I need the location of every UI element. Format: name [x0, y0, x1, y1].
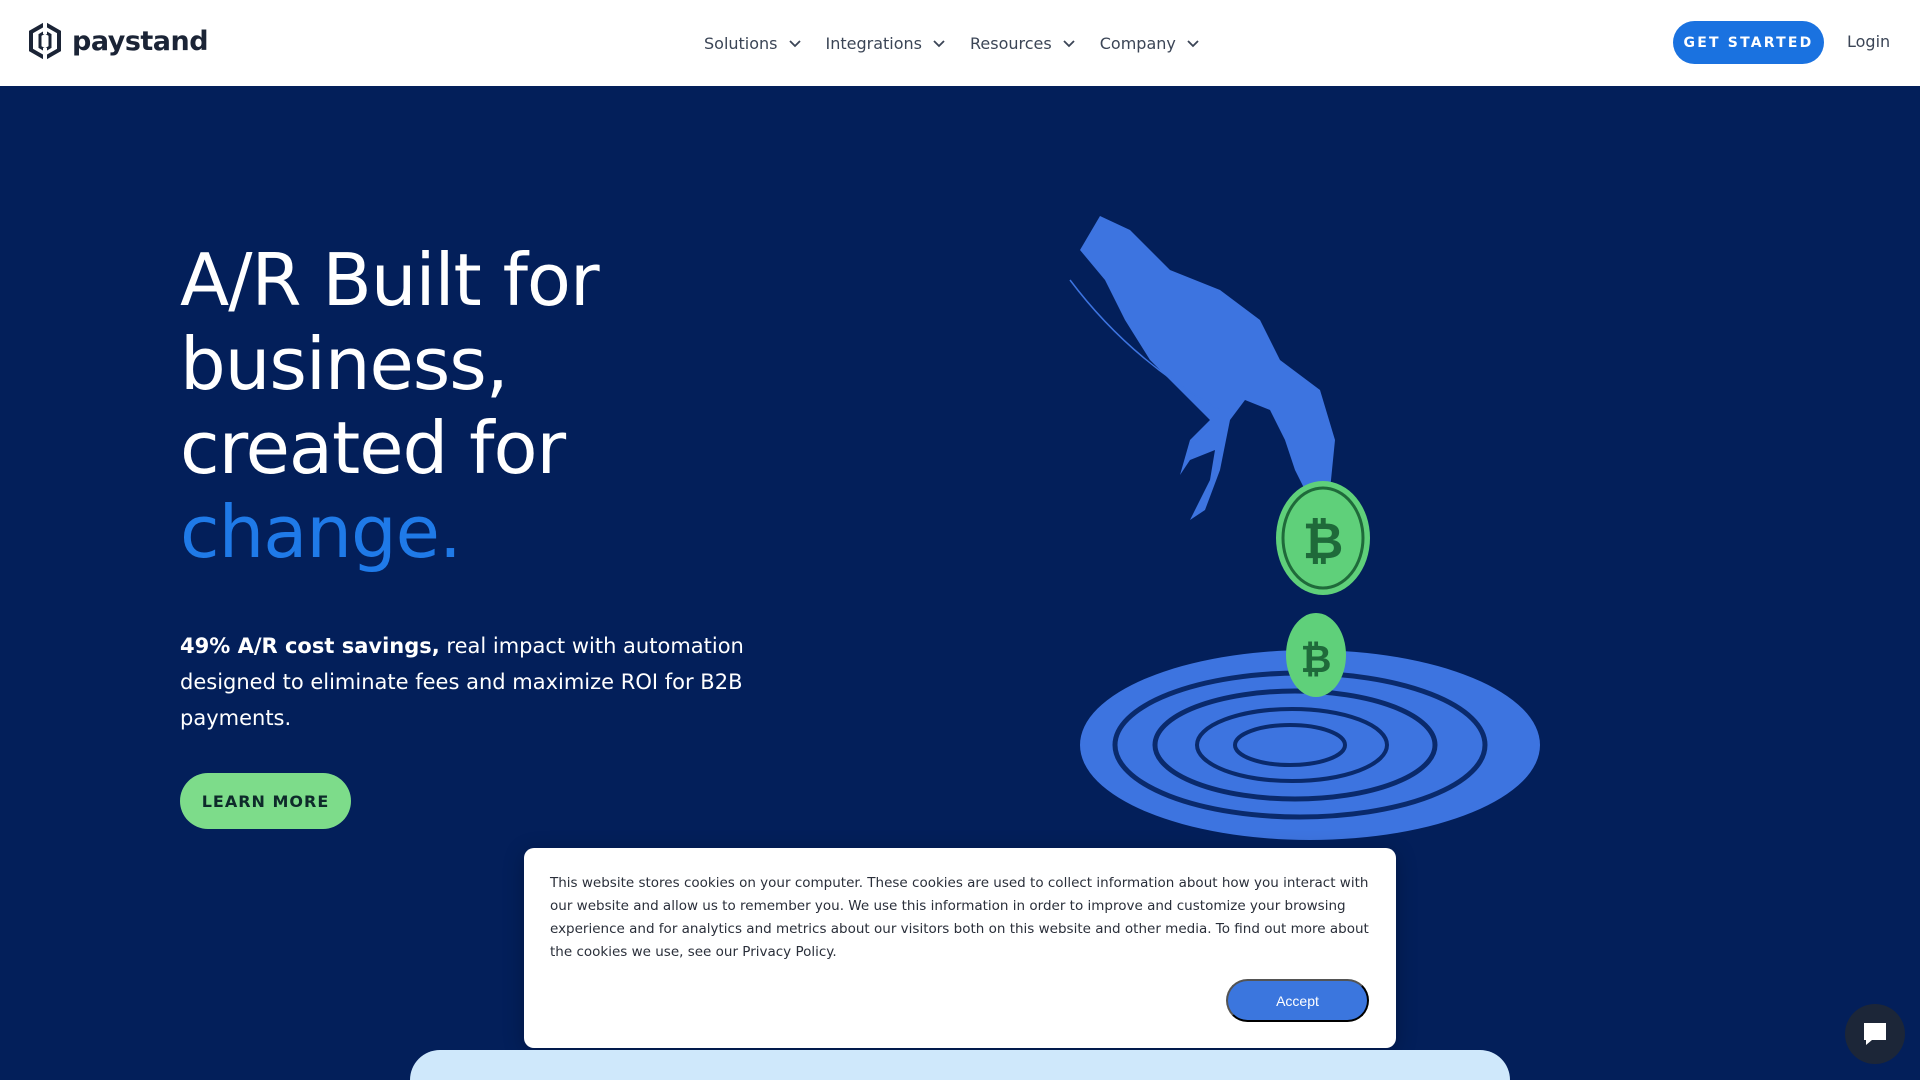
nav-label: Company — [1099, 33, 1176, 53]
login-link[interactable]: Login — [1847, 32, 1890, 51]
bitcoin-symbol: ₿ — [1303, 512, 1344, 570]
site-header: paystand Solutions Integrations Resource… — [0, 0, 1920, 86]
hero-subtitle: 49% A/R cost savings, real impact with a… — [180, 628, 760, 736]
nav-label: Solutions — [704, 33, 778, 53]
nav-label: Integrations — [825, 33, 923, 53]
hand-shape — [1080, 216, 1335, 520]
cookie-banner: This website stores cookies on your comp… — [524, 848, 1396, 1048]
main-nav: Solutions Integrations Resources Company — [704, 0, 1224, 86]
bottom-card — [410, 1050, 1510, 1080]
hero-title-accent: change. — [180, 490, 462, 574]
cookie-text: This website stores cookies on your comp… — [550, 875, 1369, 960]
nav-solutions[interactable]: Solutions — [704, 34, 802, 53]
logo-text: paystand — [72, 25, 209, 57]
get-started-button[interactable]: GET STARTED — [1673, 21, 1824, 64]
cookie-accept-button[interactable]: Accept — [1226, 979, 1369, 1022]
nav-company[interactable]: Company — [1100, 34, 1200, 53]
nav-resources[interactable]: Resources — [970, 34, 1076, 53]
hero-title-line: A/R Built for — [180, 238, 600, 322]
hero-title: A/R Built for business, created for chan… — [180, 238, 600, 574]
hero-subtitle-bold: 49% A/R cost savings, — [180, 634, 440, 658]
bitcoin-reflection-symbol: ₿ — [1301, 637, 1332, 681]
chevron-down-icon — [933, 40, 945, 48]
hero-title-line: created for — [180, 406, 566, 490]
paystand-logo-icon — [29, 22, 61, 60]
paystand-logo[interactable]: paystand — [28, 22, 209, 60]
hero-title-line: business, — [180, 322, 509, 406]
chat-launcher[interactable] — [1845, 1004, 1905, 1064]
chat-bubble-icon — [1864, 1023, 1886, 1045]
nav-integrations[interactable]: Integrations — [826, 34, 947, 53]
chevron-down-icon — [788, 40, 801, 48]
nav-label: Resources — [970, 33, 1052, 53]
chevron-down-icon — [1187, 40, 1199, 48]
chevron-down-icon — [1063, 40, 1075, 48]
hand-bitcoin-illustration: ₿ ₿ — [1069, 216, 1540, 840]
learn-more-button[interactable]: LEARN MORE — [180, 773, 351, 829]
